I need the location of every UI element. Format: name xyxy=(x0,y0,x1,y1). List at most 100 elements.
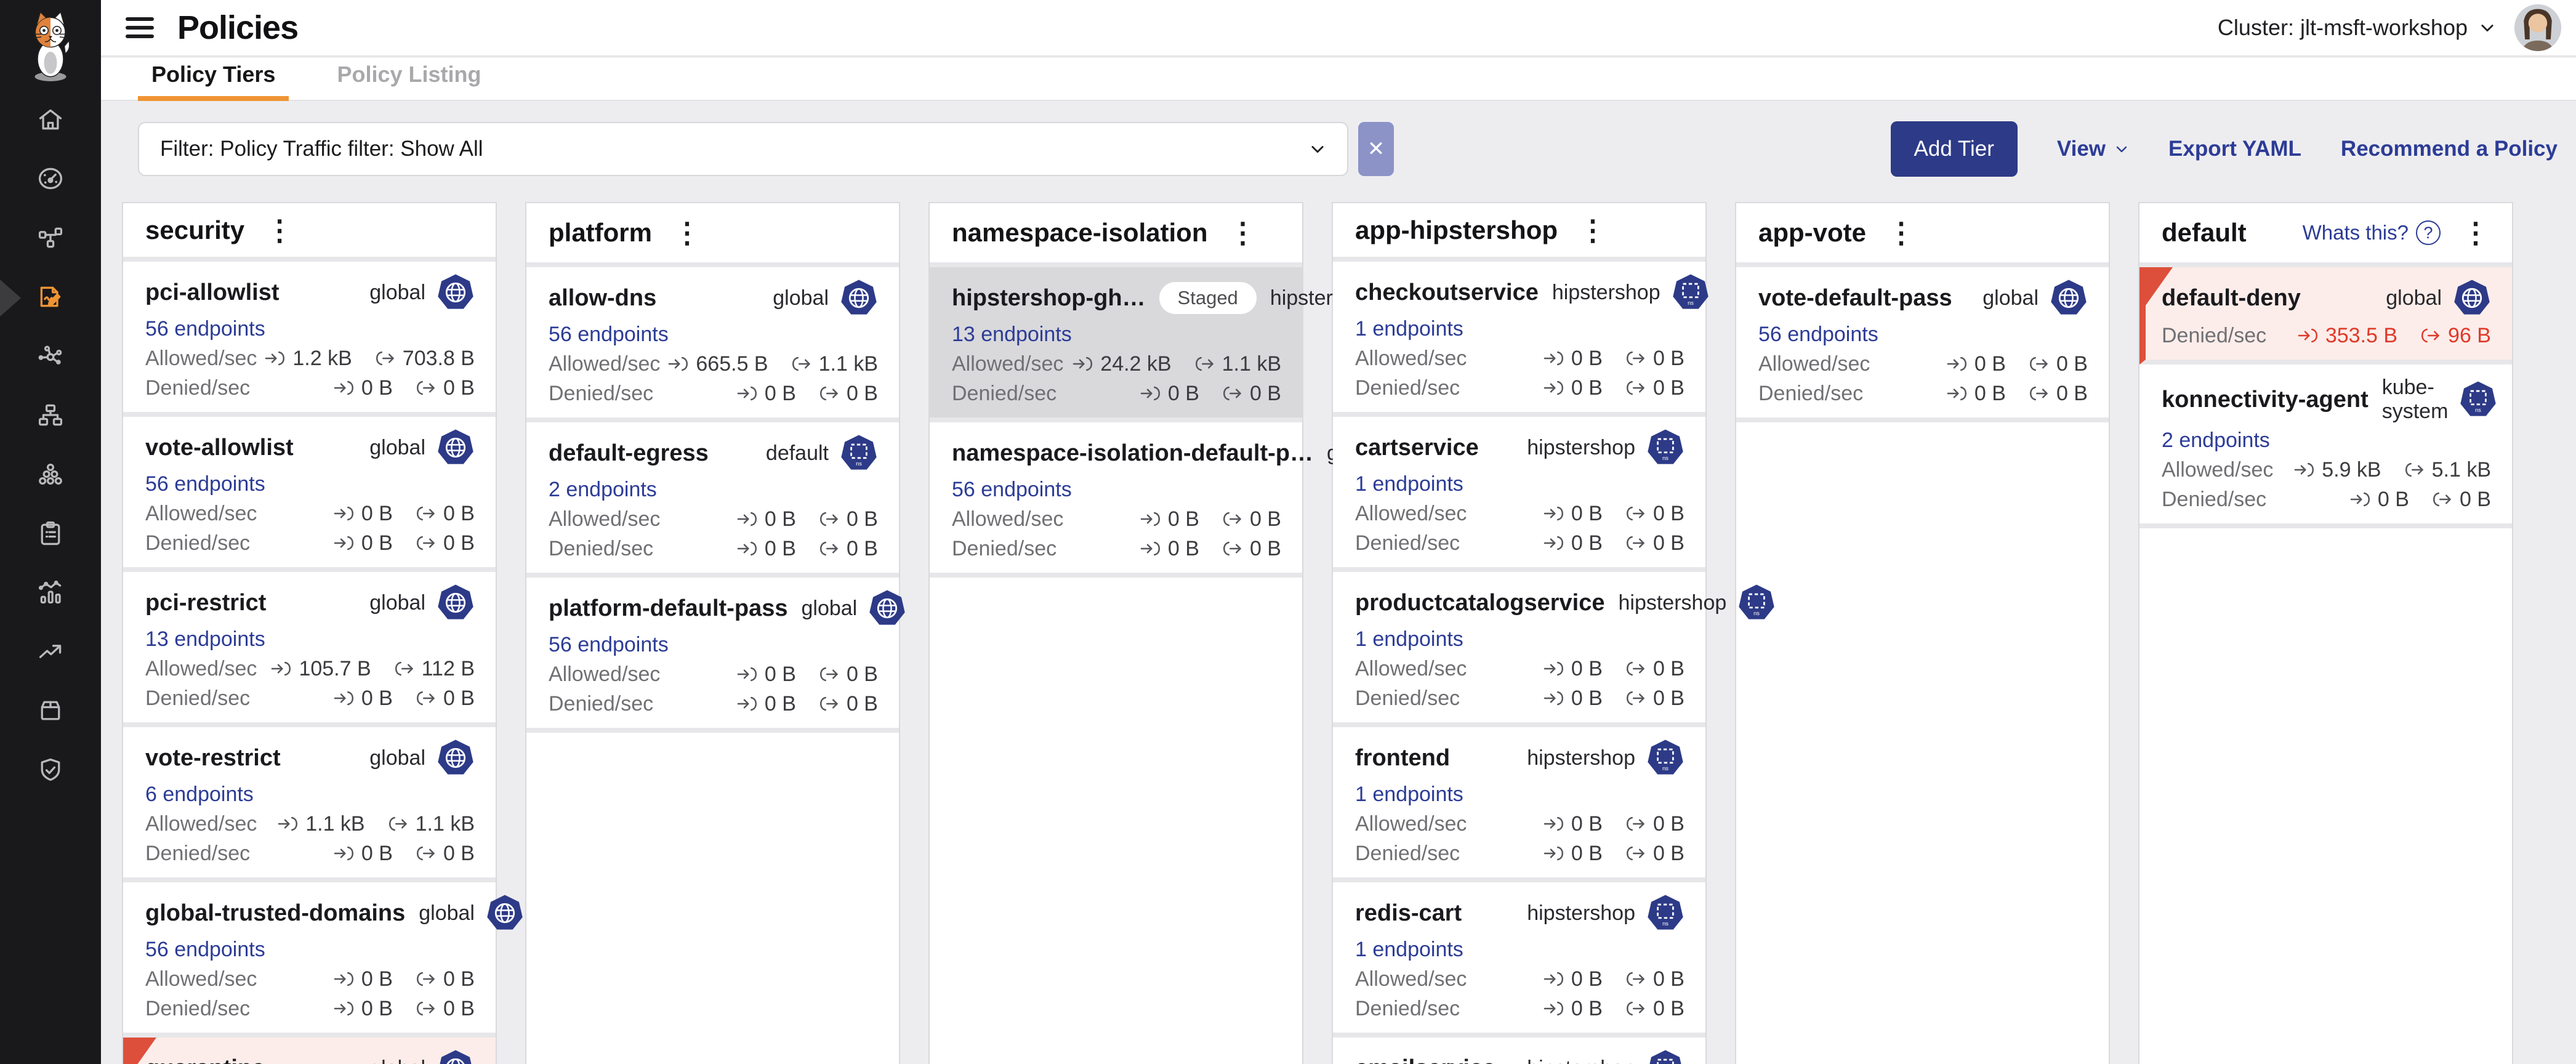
policy-card-productcatalogservice[interactable]: productcatalogservice hipstershop ns 1 e… xyxy=(1333,572,1705,727)
policy-card-global-trusted-domains[interactable]: global-trusted-domains global 56 endpoin… xyxy=(123,882,496,1038)
endpoints-link[interactable]: 56 endpoints xyxy=(145,938,265,961)
endpoints-link[interactable]: 13 endpoints xyxy=(952,323,1072,346)
endpoints-link[interactable]: 2 endpoints xyxy=(549,478,657,501)
egress-icon xyxy=(818,510,840,528)
traffic-row: Denied/sec0 B0 B xyxy=(952,537,1281,560)
sidebar-item-clusters[interactable] xyxy=(36,462,65,489)
policy-name: cartservice xyxy=(1355,435,1479,461)
user-avatar[interactable] xyxy=(2514,4,2561,51)
view-dropdown[interactable]: View xyxy=(2057,137,2129,161)
policy-card-namespace-isolation-default-p[interactable]: namespace-isolation-default-p… global 56… xyxy=(930,422,1302,578)
endpoints-link[interactable]: 1 endpoints xyxy=(1355,317,1463,341)
ingress-value: 0 B xyxy=(361,531,393,555)
tab-policy-listing[interactable]: Policy Listing xyxy=(323,62,494,100)
endpoints-link[interactable]: 6 endpoints xyxy=(145,783,254,806)
add-tier-button[interactable]: Add Tier xyxy=(1891,121,2018,177)
sidebar-item-trend[interactable] xyxy=(36,639,65,666)
endpoints-link[interactable]: 56 endpoints xyxy=(145,317,265,341)
recommend-policy-button[interactable]: Recommend a Policy xyxy=(2341,137,2558,161)
traffic-row: Denied/sec0 B0 B xyxy=(145,531,475,555)
ingress-value: 0 B xyxy=(765,692,796,715)
ingress-value: 0 B xyxy=(1571,347,1603,370)
hamburger-menu-icon[interactable] xyxy=(126,17,154,38)
sidebar-item-dashboard[interactable] xyxy=(36,166,65,193)
tier-column-security: security ? ⋮ pci-allowlist global 56 end… xyxy=(123,203,496,1064)
clear-filter-button[interactable]: ✕ xyxy=(1358,122,1394,176)
egress-icon xyxy=(791,355,813,373)
egress-value: 0 B xyxy=(1653,967,1684,991)
egress-value: 0 B xyxy=(443,376,475,400)
endpoints-link[interactable]: 1 endpoints xyxy=(1355,783,1463,806)
tier-column-default: default Whats this? ? ⋮ default-deny glo… xyxy=(2139,203,2512,1064)
policy-scope-label: hipstershop xyxy=(1527,1057,1635,1064)
traffic-label: Allowed/sec xyxy=(2162,458,2273,482)
endpoints-link[interactable]: 56 endpoints xyxy=(1758,323,1878,346)
namespace-scope-icon: ns xyxy=(1646,739,1684,777)
whats-this-link[interactable]: Whats this? ? xyxy=(2303,220,2441,245)
sidebar-item-metrics[interactable] xyxy=(36,580,65,607)
cluster-selector[interactable]: Cluster: jlt-msft-workshop xyxy=(2218,15,2496,41)
sidebar xyxy=(0,0,101,1064)
endpoints-link[interactable]: 56 endpoints xyxy=(145,472,265,496)
export-yaml-button[interactable]: Export YAML xyxy=(2168,137,2301,161)
policy-card-redis-cart[interactable]: redis-cart hipstershop ns 1 endpoints Al… xyxy=(1333,882,1705,1038)
content-area: Filter: Policy Traffic filter: Show All … xyxy=(101,102,2576,1064)
policy-scope-label: global xyxy=(2386,286,2442,310)
sidebar-item-packages[interactable] xyxy=(36,698,65,725)
sidebar-item-shield-check[interactable] xyxy=(36,757,65,784)
endpoints-link[interactable]: 2 endpoints xyxy=(2162,429,2270,452)
policy-card-vote-allowlist[interactable]: vote-allowlist global 56 endpoints Allow… xyxy=(123,417,496,572)
policy-card-vote-restrict[interactable]: vote-restrict global 6 endpoints Allowed… xyxy=(123,727,496,882)
endpoints-link[interactable]: 13 endpoints xyxy=(145,627,265,651)
policy-card-default-deny[interactable]: default-deny global Denied/sec353.5 B96 … xyxy=(2139,267,2512,365)
chevron-down-icon xyxy=(2114,142,2129,156)
egress-icon xyxy=(415,999,437,1018)
sidebar-item-home[interactable] xyxy=(36,107,65,134)
traffic-label: Denied/sec xyxy=(2162,488,2266,511)
ingress-icon xyxy=(736,665,759,683)
tier-header: namespace-isolation ? ⋮ xyxy=(930,203,1302,267)
policy-filter-dropdown[interactable]: Filter: Policy Traffic filter: Show All xyxy=(138,122,1348,176)
policy-card-konnectivity-agent[interactable]: konnectivity-agent kube-system ns 2 endp… xyxy=(2139,365,2512,528)
policy-card-hipstershop-gh[interactable]: hipstershop-gh… Staged hipstershop ns 13… xyxy=(930,267,1302,422)
tier-menu-icon[interactable]: ⋮ xyxy=(669,219,705,247)
tier-menu-icon[interactable]: ⋮ xyxy=(262,216,297,244)
tier-menu-icon[interactable]: ⋮ xyxy=(1225,219,1260,247)
policy-scope-label: global xyxy=(369,281,425,305)
policy-card-default-egress[interactable]: default-egress default ns 2 endpoints Al… xyxy=(526,422,899,578)
sidebar-item-flow-tree[interactable] xyxy=(36,403,65,430)
endpoints-link[interactable]: 1 endpoints xyxy=(1355,627,1463,651)
tier-menu-icon[interactable]: ⋮ xyxy=(2458,219,2493,247)
namespace-scope-icon: ns xyxy=(1646,429,1684,467)
sidebar-item-service-graph[interactable] xyxy=(36,344,65,371)
sidebar-item-topology[interactable] xyxy=(36,225,65,252)
tier-menu-icon[interactable]: ⋮ xyxy=(1575,216,1611,244)
ingress-icon xyxy=(333,534,355,552)
endpoints-link[interactable]: 1 endpoints xyxy=(1355,472,1463,496)
endpoints-link[interactable]: 56 endpoints xyxy=(952,478,1072,501)
policy-card-quarantine[interactable]: quarantine global 0 endpoints xyxy=(123,1038,496,1064)
sidebar-item-compliance[interactable] xyxy=(36,521,65,548)
policy-card-platform-default-pass[interactable]: platform-default-pass global 56 endpoint… xyxy=(526,578,899,733)
policy-card-allow-dns[interactable]: allow-dns global 56 endpoints Allowed/se… xyxy=(526,267,899,422)
policy-card-pci-allowlist[interactable]: pci-allowlist global 56 endpoints Allowe… xyxy=(123,262,496,417)
policy-card-vote-default-pass[interactable]: vote-default-pass global 56 endpoints Al… xyxy=(1736,267,2109,422)
policy-card-checkoutservice[interactable]: checkoutservice hipstershop ns 1 endpoin… xyxy=(1333,262,1705,417)
tab-policy-tiers[interactable]: Policy Tiers xyxy=(138,62,289,100)
active-page-indicator xyxy=(0,280,21,316)
tier-menu-icon[interactable]: ⋮ xyxy=(1883,219,1919,247)
sidebar-item-policies[interactable] xyxy=(36,284,65,312)
traffic-label: Denied/sec xyxy=(1355,842,1460,865)
traffic-row: Allowed/sec0 B0 B xyxy=(145,502,475,525)
policy-card-cartservice[interactable]: cartservice hipstershop ns 1 endpoints A… xyxy=(1333,417,1705,572)
endpoints-link[interactable]: 1 endpoints xyxy=(1355,938,1463,961)
policy-card-emailservice[interactable]: emailservice hipstershop ns 1 endpoints … xyxy=(1333,1038,1705,1064)
egress-icon xyxy=(1222,384,1244,403)
endpoints-link[interactable]: 56 endpoints xyxy=(549,323,669,346)
policy-card-frontend[interactable]: frontend hipstershop ns 1 endpoints Allo… xyxy=(1333,727,1705,882)
policy-card-pci-restrict[interactable]: pci-restrict global 13 endpoints Allowed… xyxy=(123,572,496,727)
filter-row: Filter: Policy Traffic filter: Show All … xyxy=(138,122,2558,176)
traffic-row: Allowed/sec0 B0 B xyxy=(1355,347,1684,370)
endpoints-link[interactable]: 56 endpoints xyxy=(549,633,669,656)
calico-cat-logo[interactable] xyxy=(0,0,101,92)
